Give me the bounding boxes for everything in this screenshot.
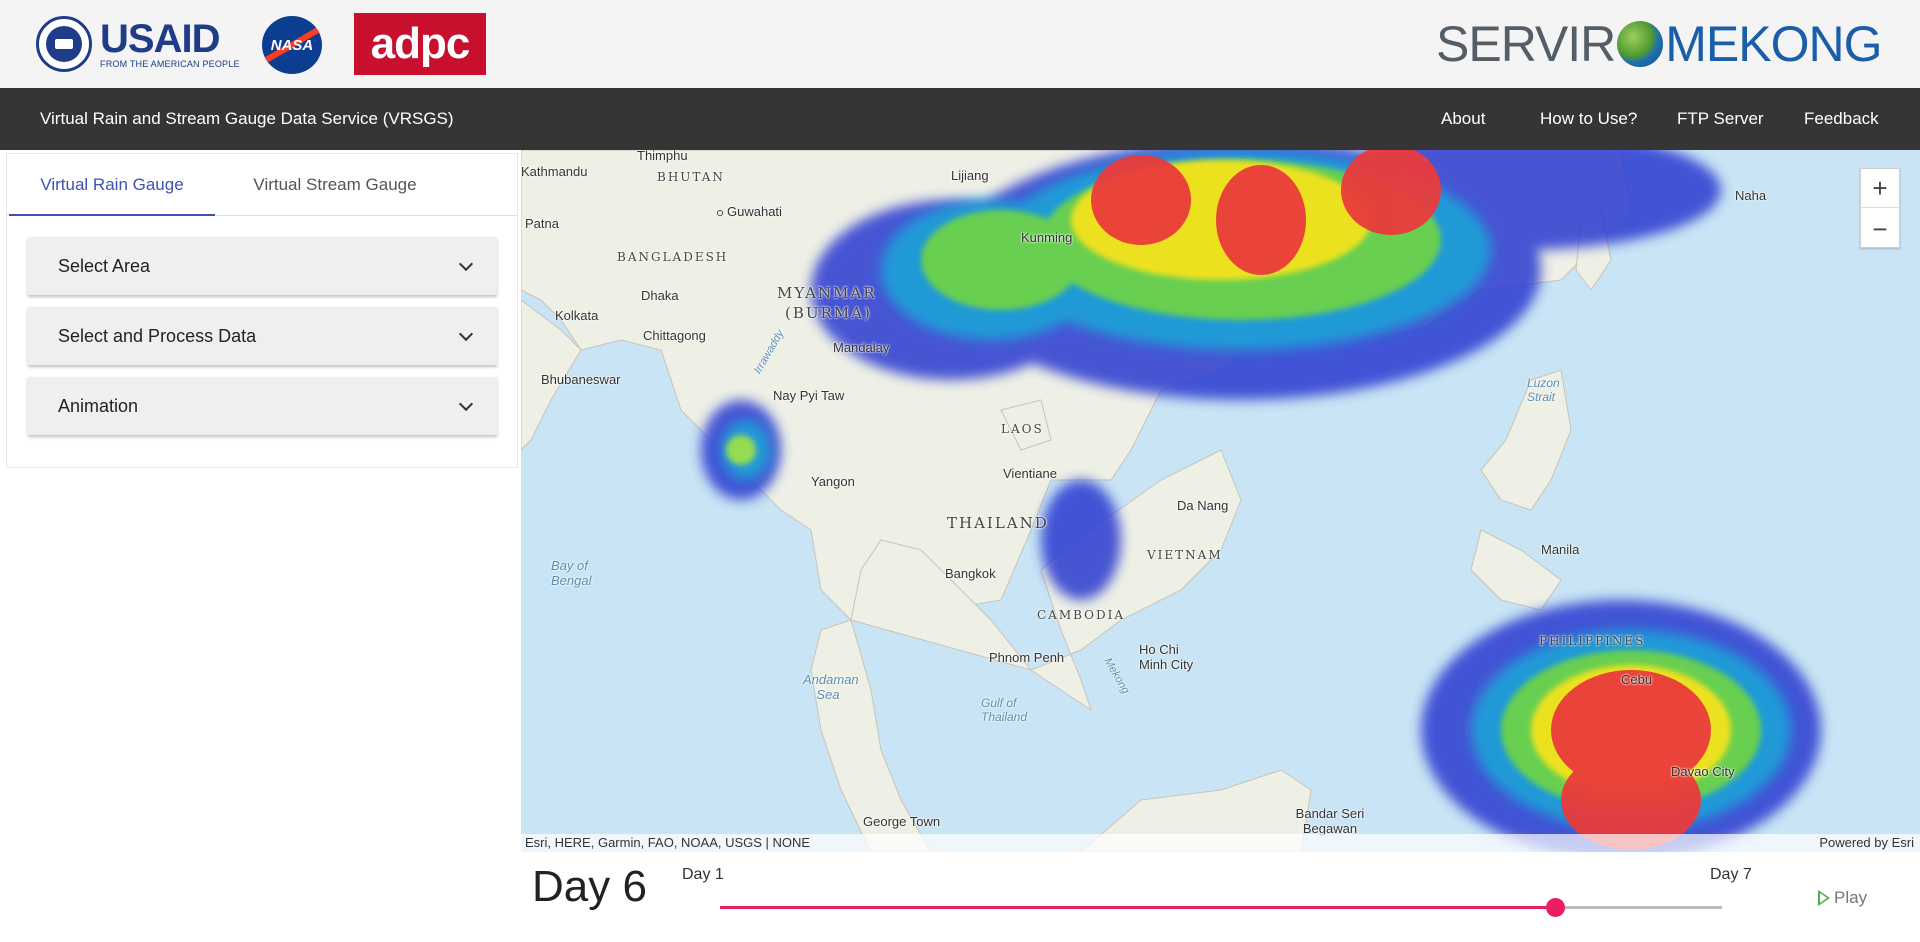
panel-label: Select Area — [58, 256, 151, 276]
map-view[interactable]: Thimphu BHUTAN Kathmandu Guwahati Patna … — [521, 150, 1920, 852]
animation-panel[interactable]: Animation — [28, 377, 497, 435]
sidebar: Virtual Rain Gauge Virtual Stream Gauge … — [6, 153, 518, 468]
place-label: Kathmandu — [521, 164, 588, 179]
place-label: Bandar Seri Begawan — [1295, 806, 1365, 836]
place-label: Luzon Strait — [1527, 376, 1560, 404]
nav-link-how-to-use[interactable]: How to Use? — [1540, 88, 1637, 150]
zoom-control: + − — [1860, 168, 1900, 248]
place-label: MYANMAR — [777, 284, 877, 302]
place-label: LAOS — [1001, 422, 1044, 436]
nav-link-about[interactable]: About — [1441, 88, 1485, 150]
place-label: Dhaka — [641, 288, 679, 303]
place-label: Lijiang — [951, 168, 989, 183]
adpc-logo: adpc — [354, 13, 486, 75]
servir-wordmark: SERVIR — [1436, 16, 1616, 72]
day-slider-fill — [720, 906, 1555, 909]
nasa-logo: NASA — [262, 16, 322, 74]
app-title: Virtual Rain and Stream Gauge Data Servi… — [40, 109, 454, 128]
place-label: BANGLADESH — [617, 250, 729, 264]
place-label: Da Nang — [1177, 498, 1229, 513]
day-slider-thumb[interactable] — [1545, 898, 1565, 917]
place-label: Cebu — [1621, 672, 1653, 687]
place-label: Manila — [1541, 542, 1580, 557]
play-icon — [1818, 890, 1830, 906]
slider-end-label: Day 7 — [1710, 866, 1752, 883]
place-label: Thimphu — [637, 150, 688, 163]
play-button[interactable]: Play — [1818, 885, 1867, 911]
day-slider-track[interactable] — [720, 898, 1722, 917]
place-label: Davao City — [1671, 764, 1735, 779]
place-label: Nay Pyi Taw — [773, 388, 845, 403]
place-label: Naha — [1735, 188, 1767, 203]
panel-label: Animation — [58, 396, 139, 416]
place-label: Vientiane — [1003, 466, 1057, 481]
place-label: PHILIPPINES — [1539, 634, 1646, 648]
place-label: George Town — [863, 814, 941, 829]
zoom-out-button[interactable]: − — [1861, 209, 1899, 248]
play-label: Play — [1834, 888, 1868, 907]
place-label: Gulf of Thailand — [981, 696, 1028, 724]
place-label: (BURMA) — [785, 304, 872, 322]
gauge-tabs: Virtual Rain Gauge Virtual Stream Gauge — [7, 154, 517, 216]
place-label: Bay of Bengal — [551, 558, 592, 588]
slider-start-label: Day 1 — [682, 866, 724, 883]
place-label: Bangkok — [945, 566, 996, 581]
nav-link-feedback[interactable]: Feedback — [1804, 88, 1879, 150]
usaid-tagline: FROM THE AMERICAN PEOPLE — [100, 59, 240, 69]
globe-icon — [1617, 21, 1664, 67]
select-process-data-panel[interactable]: Select and Process Data — [28, 307, 497, 365]
tab-virtual-rain-gauge[interactable]: Virtual Rain Gauge — [9, 154, 215, 216]
usaid-logo: USAID FROM THE AMERICAN PEOPLE — [36, 16, 240, 72]
place-label: Mandalay — [833, 340, 890, 355]
place-label: Andaman Sea — [803, 672, 859, 702]
chevron-down-icon — [458, 326, 474, 342]
place-label: CAMBODIA — [1037, 608, 1126, 622]
zoom-in-button[interactable]: + — [1861, 169, 1899, 208]
place-label: Ho Chi Minh City — [1139, 642, 1194, 672]
servir-mekong-logo: SERVIR MEKONG — [1436, 16, 1883, 72]
nav-bar: Virtual Rain and Stream Gauge Data Servi… — [0, 88, 1920, 150]
mekong-wordmark: MEKONG — [1665, 16, 1882, 72]
chevron-down-icon — [458, 396, 474, 412]
logo-bar: USAID FROM THE AMERICAN PEOPLE NASA adpc… — [0, 0, 1920, 88]
usaid-seal-icon — [36, 16, 92, 72]
powered-by-esri-link[interactable]: Powered by Esri — [1819, 835, 1914, 850]
current-day-label: Day 6 — [532, 862, 647, 911]
place-label: Kolkata — [555, 308, 599, 323]
panel-label: Select and Process Data — [58, 326, 257, 346]
place-label: BHUTAN — [657, 170, 725, 184]
place-label: Chittagong — [643, 328, 706, 343]
map-attribution: Esri, HERE, Garmin, FAO, NOAA, USGS | NO… — [521, 834, 1920, 852]
place-label: Kunming — [1021, 230, 1073, 245]
select-area-panel[interactable]: Select Area — [28, 237, 497, 295]
place-label: Bhubaneswar — [541, 372, 621, 387]
usaid-wordmark: USAID — [100, 17, 220, 61]
place-label: Phnom Penh — [989, 650, 1065, 665]
chevron-down-icon — [458, 256, 474, 272]
place-label: Guwahati — [717, 204, 782, 219]
place-label: THAILAND — [947, 514, 1049, 532]
place-label: Patna — [525, 216, 559, 231]
place-label: VIETNAM — [1147, 548, 1223, 562]
tab-virtual-stream-gauge[interactable]: Virtual Stream Gauge — [217, 154, 453, 216]
attribution-sources: Esri, HERE, Garmin, FAO, NOAA, USGS | NO… — [525, 835, 811, 850]
nav-link-ftp-server[interactable]: FTP Server — [1677, 88, 1764, 150]
place-label: Yangon — [811, 474, 855, 489]
